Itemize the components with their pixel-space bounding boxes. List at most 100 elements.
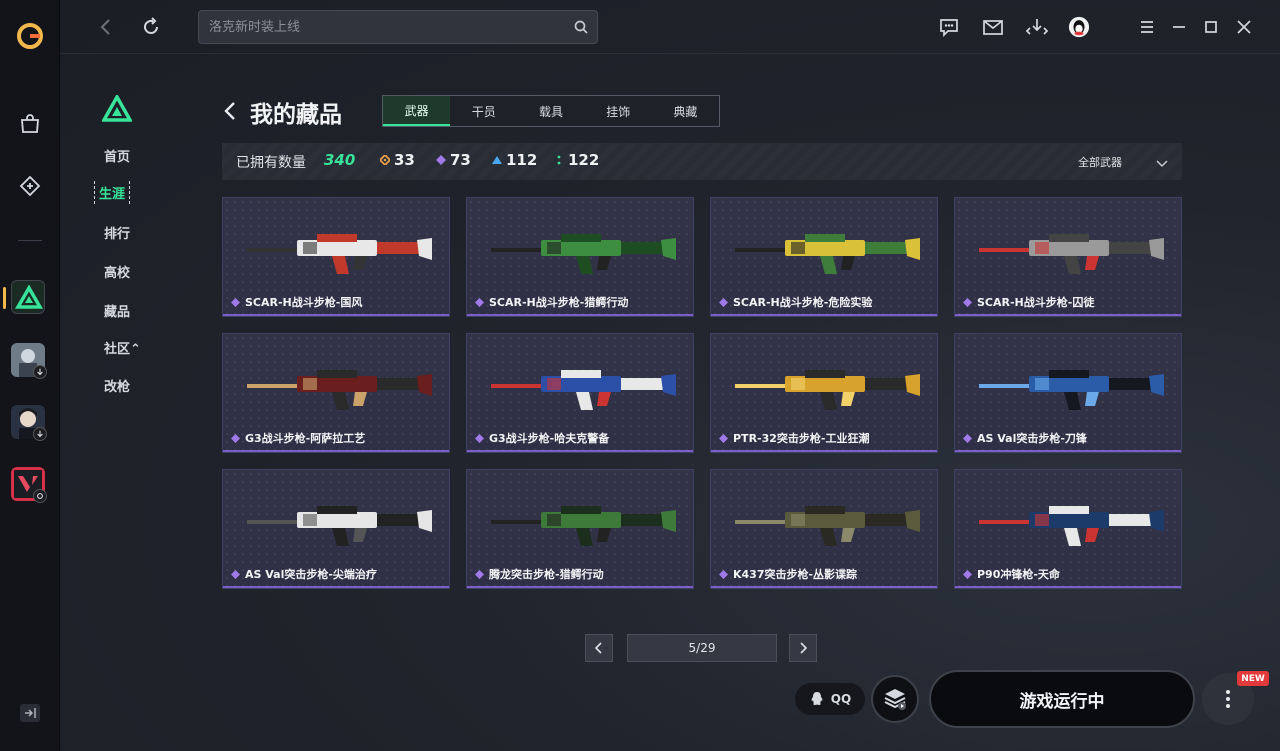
blue-triangle-icon <box>492 156 502 164</box>
qq-icon <box>811 692 823 705</box>
nav-home[interactable]: 首页 <box>104 146 130 165</box>
page-title: 我的藏品 <box>250 102 342 128</box>
tab-charms[interactable]: 挂饰 <box>585 96 652 126</box>
collection-item-card[interactable]: SCAR-H战斗步枪-国风 <box>222 197 450 317</box>
collection-item-card[interactable]: PTR-32突击步枪-工业狂潮 <box>710 333 938 453</box>
collection-item-card[interactable]: SCAR-H战斗步枪-囚徒 <box>954 197 1182 317</box>
weapon-image <box>491 506 676 546</box>
rarity-diamond-icon <box>231 433 240 443</box>
category-tabs: 武器 干员 载具 挂饰 典藏 <box>382 95 720 127</box>
rarity-diamond-icon <box>963 569 972 579</box>
collection-item-card[interactable]: G3战斗步枪-阿萨拉工艺 <box>222 333 450 453</box>
refresh-icon[interactable] <box>140 16 162 38</box>
weapon-image <box>247 506 432 546</box>
weapon-image <box>979 370 1164 410</box>
weapon-image <box>247 370 432 410</box>
nav-gunsmith[interactable]: 改枪 <box>104 376 130 395</box>
chevron-down-icon[interactable] <box>1156 155 1168 168</box>
purple-diamond-icon <box>436 155 446 165</box>
item-name: SCAR-H战斗步枪-囚徒 <box>977 296 1095 309</box>
nav-college[interactable]: 高校 <box>104 262 130 281</box>
tab-collections[interactable]: 典藏 <box>652 96 719 126</box>
collection-item-card[interactable]: K437突击步枪-丛影谍踪 <box>710 469 938 589</box>
close-icon[interactable] <box>1233 16 1255 38</box>
collection-item-card[interactable]: AS Val突击步枪-刀锋 <box>954 333 1182 453</box>
stats-bar: 已拥有数量 340 33 73 112 122 全部武器 <box>222 143 1182 180</box>
chevron-left-icon <box>594 642 602 654</box>
layers-button[interactable] <box>871 675 919 723</box>
item-name: K437突击步枪-丛影谍踪 <box>733 568 858 581</box>
app-logo-icon[interactable] <box>16 22 44 50</box>
game-running-button[interactable]: 游戏运行中 <box>929 670 1195 728</box>
menu-icon[interactable] <box>1136 16 1158 38</box>
item-name: SCAR-H战斗步枪-危险实验 <box>733 296 873 309</box>
weapon-image <box>491 234 676 274</box>
next-page-button[interactable] <box>789 634 817 662</box>
back-icon[interactable] <box>96 16 116 38</box>
expand-sidebar-icon[interactable] <box>20 704 40 722</box>
item-name: AS Val突击步枪-刀锋 <box>977 432 1087 445</box>
search-icon[interactable] <box>573 19 589 35</box>
game-valorant-icon[interactable] <box>11 467 47 503</box>
download-badge-icon <box>33 365 47 379</box>
game-1-icon[interactable] <box>11 343 47 379</box>
collection-item-card[interactable]: AS Val突击步枪-尖端治疗 <box>222 469 450 589</box>
store-icon[interactable] <box>16 110 44 138</box>
nav-career[interactable]: 生涯 <box>94 181 131 204</box>
search-input[interactable] <box>209 17 559 37</box>
top-bar <box>60 0 1280 54</box>
weapon-image <box>735 234 920 274</box>
item-name: 腾龙突击步枪-猎鳄行动 <box>489 568 604 581</box>
rarity-diamond-icon <box>475 433 484 443</box>
weapon-image <box>979 234 1164 274</box>
left-rail <box>0 0 60 751</box>
rarity-purple-value: 73 <box>450 151 471 169</box>
weapon-filter-select[interactable]: 全部武器 <box>1078 154 1122 170</box>
qq-button[interactable]: QQ <box>795 683 865 715</box>
item-name-row: 腾龙突击步枪-猎鳄行动 <box>475 566 604 582</box>
search-box[interactable] <box>198 10 598 44</box>
collection-item-card[interactable]: 腾龙突击步枪-猎鳄行动 <box>466 469 694 589</box>
nav-ranking[interactable]: 排行 <box>104 223 130 242</box>
collection-item-card[interactable]: G3战斗步枪-哈夫克警备 <box>466 333 694 453</box>
item-name-row: P90冲锋枪-天命 <box>963 566 1060 582</box>
chat-icon[interactable] <box>938 16 960 38</box>
owned-label: 已拥有数量 <box>236 155 306 171</box>
mail-icon[interactable] <box>982 16 1004 38</box>
collection-item-card[interactable]: SCAR-H战斗步枪-危险实验 <box>710 197 938 317</box>
nav-collection[interactable]: 藏品 <box>104 301 130 320</box>
weapon-image <box>735 506 920 546</box>
avatar[interactable] <box>1068 16 1090 38</box>
weapon-image <box>979 506 1164 546</box>
page-back-icon[interactable] <box>222 101 240 121</box>
rarity-diamond-icon <box>475 297 484 307</box>
nav-community[interactable]: 社区⌃ <box>104 338 141 357</box>
rail-active-indicator <box>3 287 6 309</box>
tab-vehicles[interactable]: 载具 <box>517 96 584 126</box>
item-name: SCAR-H战斗步枪-猎鳄行动 <box>489 296 629 309</box>
item-name-row: PTR-32突击步枪-工业狂潮 <box>719 430 869 446</box>
rarity-green-value: 122 <box>568 151 600 169</box>
item-name-row: G3战斗步枪-哈夫克警备 <box>475 430 609 446</box>
weapon-image <box>735 370 920 410</box>
collection-item-card[interactable]: P90冲锋枪-天命 <box>954 469 1182 589</box>
chevron-right-icon <box>800 642 808 654</box>
download-icon[interactable] <box>1026 16 1048 38</box>
item-name: G3战斗步枪-哈夫克警备 <box>489 432 610 445</box>
download-badge-icon <box>33 427 47 441</box>
item-name: SCAR-H战斗步枪-国风 <box>245 296 363 309</box>
tab-operators[interactable]: 干员 <box>450 96 517 126</box>
gamepad-icon[interactable] <box>16 172 44 200</box>
minimize-icon[interactable] <box>1168 16 1190 38</box>
prev-page-button[interactable] <box>585 634 613 662</box>
qq-label: QQ <box>830 692 852 706</box>
item-name-row: SCAR-H战斗步枪-囚徒 <box>963 294 1094 310</box>
new-badge: NEW <box>1237 671 1269 686</box>
collection-item-card[interactable]: SCAR-H战斗步枪-猎鳄行动 <box>466 197 694 317</box>
tab-weapons[interactable]: 武器 <box>383 96 451 126</box>
weapon-image <box>247 234 432 274</box>
game-2-icon[interactable] <box>11 405 47 441</box>
maximize-icon[interactable] <box>1200 16 1222 38</box>
layers-icon <box>884 689 906 710</box>
game-active-delta-icon[interactable] <box>11 280 45 314</box>
